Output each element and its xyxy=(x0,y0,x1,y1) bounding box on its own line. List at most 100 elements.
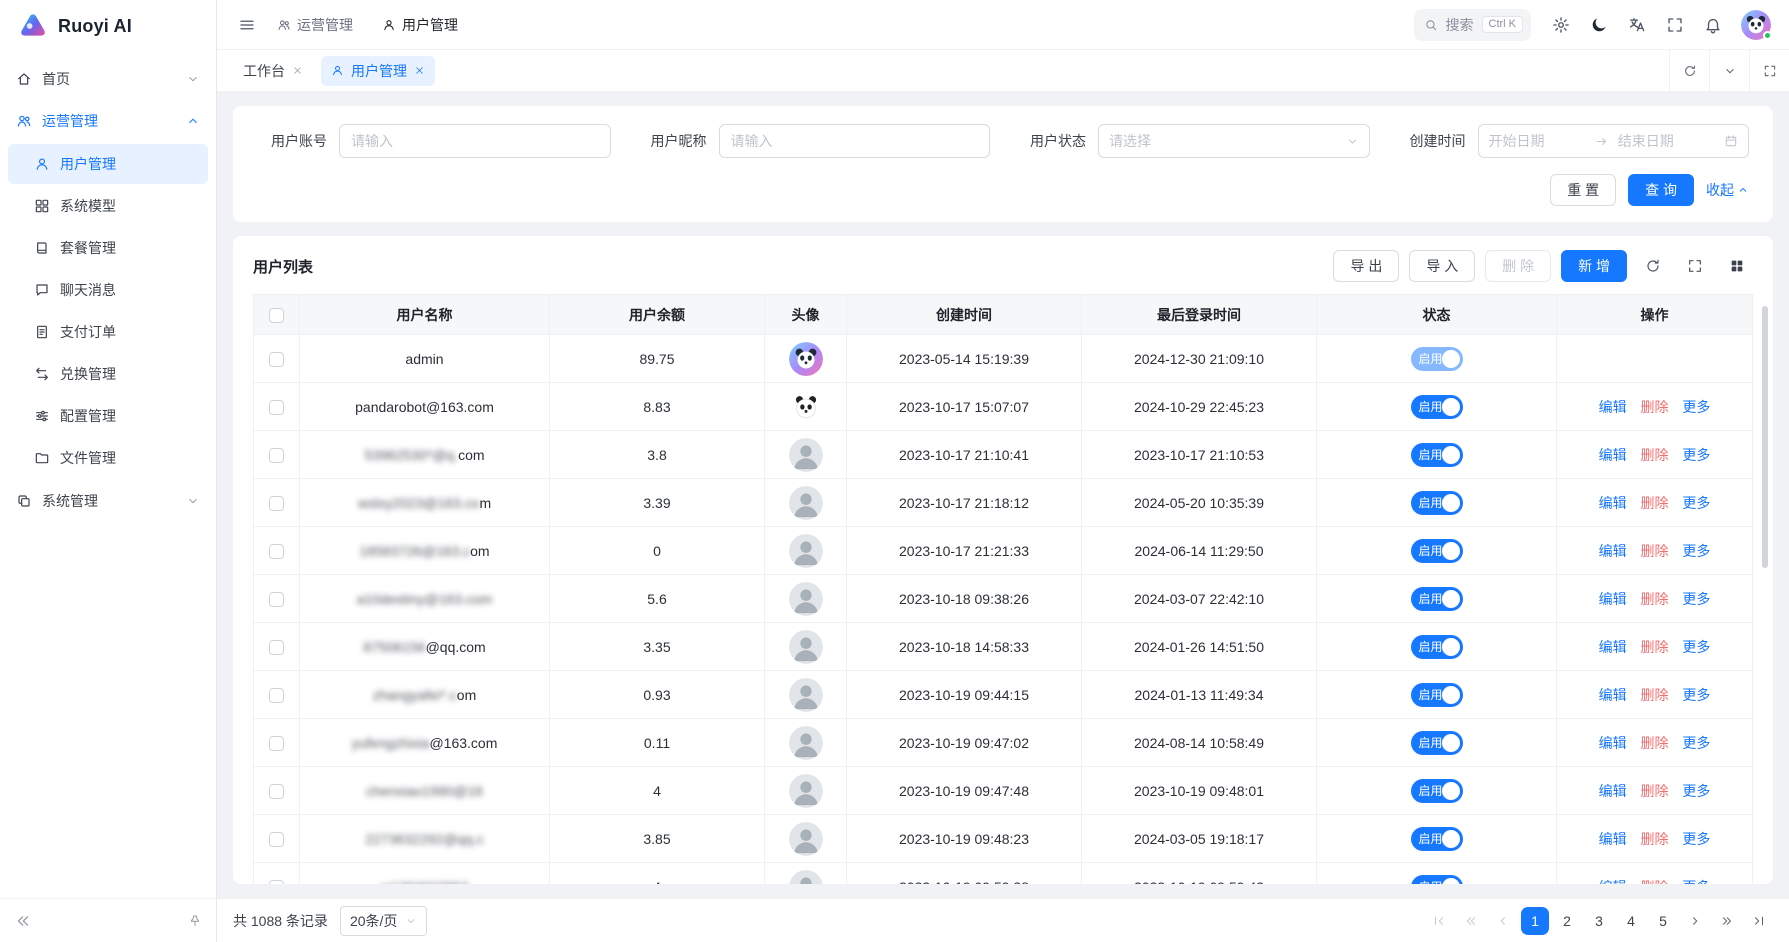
refresh-tab-button[interactable] xyxy=(1669,50,1709,91)
page-button-3[interactable]: 3 xyxy=(1585,907,1613,935)
more-link[interactable]: 更多 xyxy=(1682,543,1710,559)
add-button[interactable]: 新 增 xyxy=(1561,250,1627,282)
table-scrollbar[interactable] xyxy=(1762,304,1770,874)
table-fullscreen-button[interactable] xyxy=(1679,250,1711,282)
sidebar-item-files[interactable]: 文件管理 xyxy=(8,438,208,478)
delete-link[interactable]: 删除 xyxy=(1641,831,1669,847)
edit-link[interactable]: 编辑 xyxy=(1599,447,1627,463)
row-checkbox[interactable] xyxy=(269,688,284,703)
row-checkbox[interactable] xyxy=(269,784,284,799)
delete-link[interactable]: 删除 xyxy=(1641,447,1669,463)
more-link[interactable]: 更多 xyxy=(1682,831,1710,847)
row-checkbox[interactable] xyxy=(269,448,284,463)
nickname-input[interactable] xyxy=(719,124,991,158)
status-toggle[interactable]: 启用 xyxy=(1411,491,1463,515)
delete-link[interactable]: 删除 xyxy=(1641,591,1669,607)
export-button[interactable]: 导 出 xyxy=(1333,250,1399,282)
breadcrumb-user-management[interactable]: 用户管理 xyxy=(382,15,458,35)
sidebar-item-payment-orders[interactable]: 支付订单 xyxy=(8,312,208,352)
more-link[interactable]: 更多 xyxy=(1682,447,1710,463)
first-page-button[interactable] xyxy=(1425,907,1453,935)
sidebar-item-operations[interactable]: 运营管理 xyxy=(0,100,216,142)
brand[interactable]: Ruoyi AI xyxy=(0,0,216,52)
status-select[interactable]: 请选择 xyxy=(1098,124,1370,158)
content-fullscreen-button[interactable] xyxy=(1749,50,1789,91)
jump-forward-button[interactable] xyxy=(1713,907,1741,935)
more-link[interactable]: 更多 xyxy=(1682,639,1710,655)
sidebar-item-system-management[interactable]: 系统管理 xyxy=(0,480,216,522)
edit-link[interactable]: 编辑 xyxy=(1599,495,1627,511)
delete-link[interactable]: 删除 xyxy=(1641,639,1669,655)
delete-link[interactable]: 删除 xyxy=(1641,687,1669,703)
delete-link[interactable]: 删除 xyxy=(1641,735,1669,751)
fullscreen-button[interactable] xyxy=(1659,9,1691,41)
collapse-filter-link[interactable]: 收起 xyxy=(1706,180,1749,200)
next-page-button[interactable] xyxy=(1681,907,1709,935)
sidebar-collapse-button[interactable] xyxy=(14,912,32,930)
page-button-5[interactable]: 5 xyxy=(1649,907,1677,935)
edit-link[interactable]: 编辑 xyxy=(1599,543,1627,559)
edit-link[interactable]: 编辑 xyxy=(1599,399,1627,415)
row-checkbox[interactable] xyxy=(269,880,284,884)
status-toggle[interactable]: 启用 xyxy=(1411,395,1463,419)
row-checkbox[interactable] xyxy=(269,832,284,847)
row-checkbox[interactable] xyxy=(269,496,284,511)
edit-link[interactable]: 编辑 xyxy=(1599,639,1627,655)
refresh-table-button[interactable] xyxy=(1637,250,1669,282)
pin-sidebar-button[interactable] xyxy=(188,914,202,928)
status-toggle[interactable]: 启用 xyxy=(1411,779,1463,803)
edit-link[interactable]: 编辑 xyxy=(1599,879,1627,885)
tab-options-button[interactable] xyxy=(1709,50,1749,91)
more-link[interactable]: 更多 xyxy=(1682,495,1710,511)
sidebar-item-system-models[interactable]: 系统模型 xyxy=(8,186,208,226)
sidebar-item-user-management[interactable]: 用户管理 xyxy=(8,144,208,184)
status-toggle[interactable]: 启用 xyxy=(1411,587,1463,611)
status-toggle[interactable]: 启用 xyxy=(1411,443,1463,467)
language-button[interactable] xyxy=(1621,9,1653,41)
delete-link[interactable]: 删除 xyxy=(1641,543,1669,559)
column-settings-button[interactable] xyxy=(1721,250,1753,282)
settings-button[interactable] xyxy=(1545,9,1577,41)
more-link[interactable]: 更多 xyxy=(1682,879,1710,885)
status-toggle[interactable]: 启用 xyxy=(1411,683,1463,707)
edit-link[interactable]: 编辑 xyxy=(1599,735,1627,751)
import-button[interactable]: 导 入 xyxy=(1409,250,1475,282)
more-link[interactable]: 更多 xyxy=(1682,399,1710,415)
notifications-button[interactable] xyxy=(1697,9,1729,41)
toggle-sidebar-button[interactable] xyxy=(231,9,263,41)
sidebar-item-exchange[interactable]: 兑换管理 xyxy=(8,354,208,394)
row-checkbox[interactable] xyxy=(269,544,284,559)
status-toggle[interactable]: 启用 xyxy=(1411,539,1463,563)
theme-toggle-button[interactable] xyxy=(1583,9,1615,41)
sidebar-item-packages[interactable]: 套餐管理 xyxy=(8,228,208,268)
page-button-4[interactable]: 4 xyxy=(1617,907,1645,935)
status-toggle[interactable]: 启用 xyxy=(1411,875,1463,885)
reset-button[interactable]: 重 置 xyxy=(1550,174,1616,206)
row-checkbox[interactable] xyxy=(269,352,284,367)
status-toggle[interactable]: 启用 xyxy=(1411,347,1463,371)
row-checkbox[interactable] xyxy=(269,592,284,607)
edit-link[interactable]: 编辑 xyxy=(1599,687,1627,703)
row-checkbox[interactable] xyxy=(269,400,284,415)
more-link[interactable]: 更多 xyxy=(1682,687,1710,703)
page-size-select[interactable]: 20条/页 xyxy=(340,906,427,936)
jump-back-button[interactable] xyxy=(1457,907,1485,935)
edit-link[interactable]: 编辑 xyxy=(1599,783,1627,799)
page-button-1[interactable]: 1 xyxy=(1521,907,1549,935)
delete-link[interactable]: 删除 xyxy=(1641,399,1669,415)
status-toggle[interactable]: 启用 xyxy=(1411,635,1463,659)
scrollbar-thumb[interactable] xyxy=(1762,306,1768,568)
edit-link[interactable]: 编辑 xyxy=(1599,831,1627,847)
delete-button[interactable]: 删 除 xyxy=(1485,250,1551,282)
status-toggle[interactable]: 启用 xyxy=(1411,731,1463,755)
tab-workbench[interactable]: 工作台 xyxy=(233,56,313,86)
breadcrumb-operations[interactable]: 运营管理 xyxy=(277,15,353,35)
delete-link[interactable]: 删除 xyxy=(1641,495,1669,511)
delete-link[interactable]: 删除 xyxy=(1641,783,1669,799)
more-link[interactable]: 更多 xyxy=(1682,783,1710,799)
user-avatar-button[interactable] xyxy=(1741,10,1771,40)
edit-link[interactable]: 编辑 xyxy=(1599,591,1627,607)
page-button-2[interactable]: 2 xyxy=(1553,907,1581,935)
close-icon[interactable] xyxy=(414,65,425,76)
more-link[interactable]: 更多 xyxy=(1682,591,1710,607)
